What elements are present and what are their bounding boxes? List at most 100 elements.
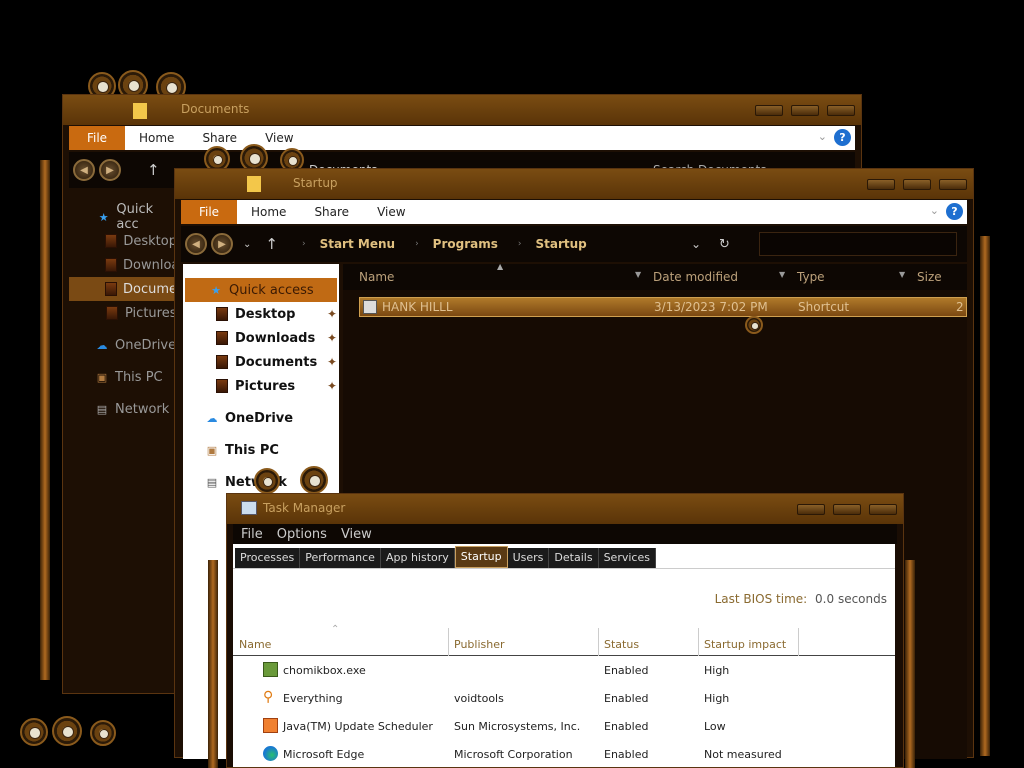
nav-pictures[interactable]: Pictures	[69, 301, 177, 325]
maximize-button[interactable]	[791, 105, 819, 116]
breadcrumb-startup[interactable]: Startup	[536, 237, 587, 251]
tab-details[interactable]: Details	[549, 548, 599, 568]
column-type[interactable]: Type	[797, 270, 825, 284]
tab-home[interactable]: Home	[139, 131, 174, 145]
tab-home[interactable]: Home	[251, 205, 286, 219]
nav-network[interactable]: ▤ Network	[69, 397, 177, 421]
nav-this-pc[interactable]: ▣ This PC	[183, 438, 339, 462]
row-impact: Low	[704, 720, 726, 733]
nav-label: Quick access	[229, 282, 314, 298]
chevron-down-icon[interactable]: ⌄	[818, 130, 827, 143]
column-filter-icon[interactable]: ▼	[635, 270, 641, 279]
recent-locations-icon[interactable]: ⌄	[243, 239, 251, 250]
table-header: ⌃ Name Publisher Status Startup impact	[233, 624, 895, 656]
nav-onedrive[interactable]: ☁ OneDrive	[183, 406, 339, 430]
bios-time: Last BIOS time: 0.0 seconds	[715, 592, 887, 606]
table-row[interactable]: Microsoft Edge Microsoft Corporation Ena…	[233, 740, 895, 768]
pin-icon[interactable]: ✦	[327, 331, 337, 345]
help-icon[interactable]: ?	[834, 129, 851, 146]
tab-share[interactable]: Share	[202, 131, 237, 145]
tab-app-history[interactable]: App history	[380, 548, 455, 568]
menu-options[interactable]: Options	[277, 527, 327, 542]
tab-performance[interactable]: Performance	[300, 548, 381, 568]
file-date: 3/13/2023 7:02 PM	[654, 300, 768, 314]
nav-desktop[interactable]: Desktop ✦	[183, 302, 339, 326]
file-tab[interactable]: File	[69, 126, 125, 150]
task-manager-icon	[241, 501, 257, 515]
menu-file[interactable]: File	[241, 527, 263, 542]
edge-icon	[263, 746, 278, 761]
column-filter-icon[interactable]: ▼	[899, 270, 905, 279]
column-date-modified[interactable]: Date modified	[653, 270, 738, 284]
nav-onedrive[interactable]: ☁ OneDrive	[69, 333, 177, 357]
pin-icon[interactable]: ✦	[327, 379, 337, 393]
column-status[interactable]: Status	[604, 638, 639, 651]
file-row[interactable]: HANK HILLL 3/13/2023 7:02 PM Shortcut 2	[359, 297, 967, 317]
shortcut-icon	[363, 300, 377, 314]
column-name[interactable]: Name	[359, 270, 394, 284]
nav-pictures[interactable]: Pictures ✦	[183, 374, 339, 398]
close-button[interactable]	[939, 179, 967, 190]
nav-quick-access[interactable]: ★ Quick access	[185, 278, 337, 302]
nav-desktop[interactable]: Desktop	[69, 229, 177, 253]
row-impact: High	[704, 664, 730, 677]
breadcrumb-programs[interactable]: Programs	[433, 237, 498, 251]
tab-users[interactable]: Users	[507, 548, 550, 568]
chevron-down-icon[interactable]: ⌄	[930, 204, 939, 217]
column-name[interactable]: Name	[239, 638, 271, 651]
refresh-icon[interactable]: ↻	[719, 237, 730, 252]
up-arrow-icon[interactable]: ↑	[147, 161, 160, 179]
back-button[interactable]: ◀	[185, 233, 207, 255]
close-button[interactable]	[827, 105, 855, 116]
java-icon	[263, 718, 278, 733]
nav-documents[interactable]: Documents ✦	[183, 350, 339, 374]
breadcrumb-start-menu[interactable]: Start Menu	[320, 237, 395, 251]
minimize-button[interactable]	[755, 105, 783, 116]
column-startup-impact[interactable]: Startup impact	[704, 638, 786, 651]
tab-services[interactable]: Services	[598, 548, 656, 568]
row-status: Enabled	[604, 692, 649, 705]
file-tab[interactable]: File	[181, 200, 237, 224]
minimize-button[interactable]	[797, 504, 825, 515]
address-dropdown-icon[interactable]: ⌄	[691, 237, 701, 251]
close-button[interactable]	[869, 504, 897, 515]
menu-view[interactable]: View	[341, 527, 372, 542]
nav-downloads[interactable]: Downloads	[69, 253, 194, 277]
table-row[interactable]: ⚲ Everything voidtools Enabled High	[233, 684, 895, 712]
forward-button[interactable]: ▶	[211, 233, 233, 255]
bios-time-label: Last BIOS time:	[714, 592, 808, 606]
tab-processes[interactable]: Processes	[235, 548, 301, 568]
cloud-icon: ☁	[206, 411, 218, 425]
column-filter-icon[interactable]: ▼	[779, 270, 785, 279]
column-separator	[798, 628, 799, 656]
tab-view[interactable]: View	[265, 131, 293, 145]
table-row[interactable]: chomikbox.exe Enabled High	[233, 656, 895, 684]
breadcrumb-separator-icon: ›	[301, 239, 306, 249]
help-icon[interactable]: ?	[946, 203, 963, 220]
up-arrow-icon[interactable]: ↑	[265, 235, 278, 253]
computer-icon: ▣	[96, 370, 108, 384]
row-status: Enabled	[604, 720, 649, 733]
nav-downloads[interactable]: Downloads ✦	[183, 326, 339, 350]
row-impact: High	[704, 692, 730, 705]
pin-icon[interactable]: ✦	[327, 355, 337, 369]
pin-icon[interactable]: ✦	[327, 307, 337, 321]
nav-this-pc[interactable]: ▣ This PC	[69, 365, 177, 389]
column-size[interactable]: Size	[917, 270, 942, 284]
forward-button[interactable]: ▶	[99, 159, 121, 181]
nav-documents[interactable]: Documents	[69, 277, 197, 301]
maximize-button[interactable]	[833, 504, 861, 515]
tab-strip: Processes Performance App history Startu…	[235, 546, 656, 568]
column-publisher[interactable]: Publisher	[454, 638, 505, 651]
gear-decoration-icon	[90, 720, 116, 746]
table-row[interactable]: Java(TM) Update Scheduler Sun Microsyste…	[233, 712, 895, 740]
search-icon: ⚲	[263, 689, 274, 705]
back-button[interactable]: ◀	[73, 159, 95, 181]
tab-view[interactable]: View	[377, 205, 405, 219]
tab-startup[interactable]: Startup	[454, 546, 508, 568]
search-input[interactable]	[759, 232, 957, 256]
maximize-button[interactable]	[903, 179, 931, 190]
nav-quick-access[interactable]: ★ Quick acc	[69, 202, 177, 232]
tab-share[interactable]: Share	[314, 205, 349, 219]
minimize-button[interactable]	[867, 179, 895, 190]
